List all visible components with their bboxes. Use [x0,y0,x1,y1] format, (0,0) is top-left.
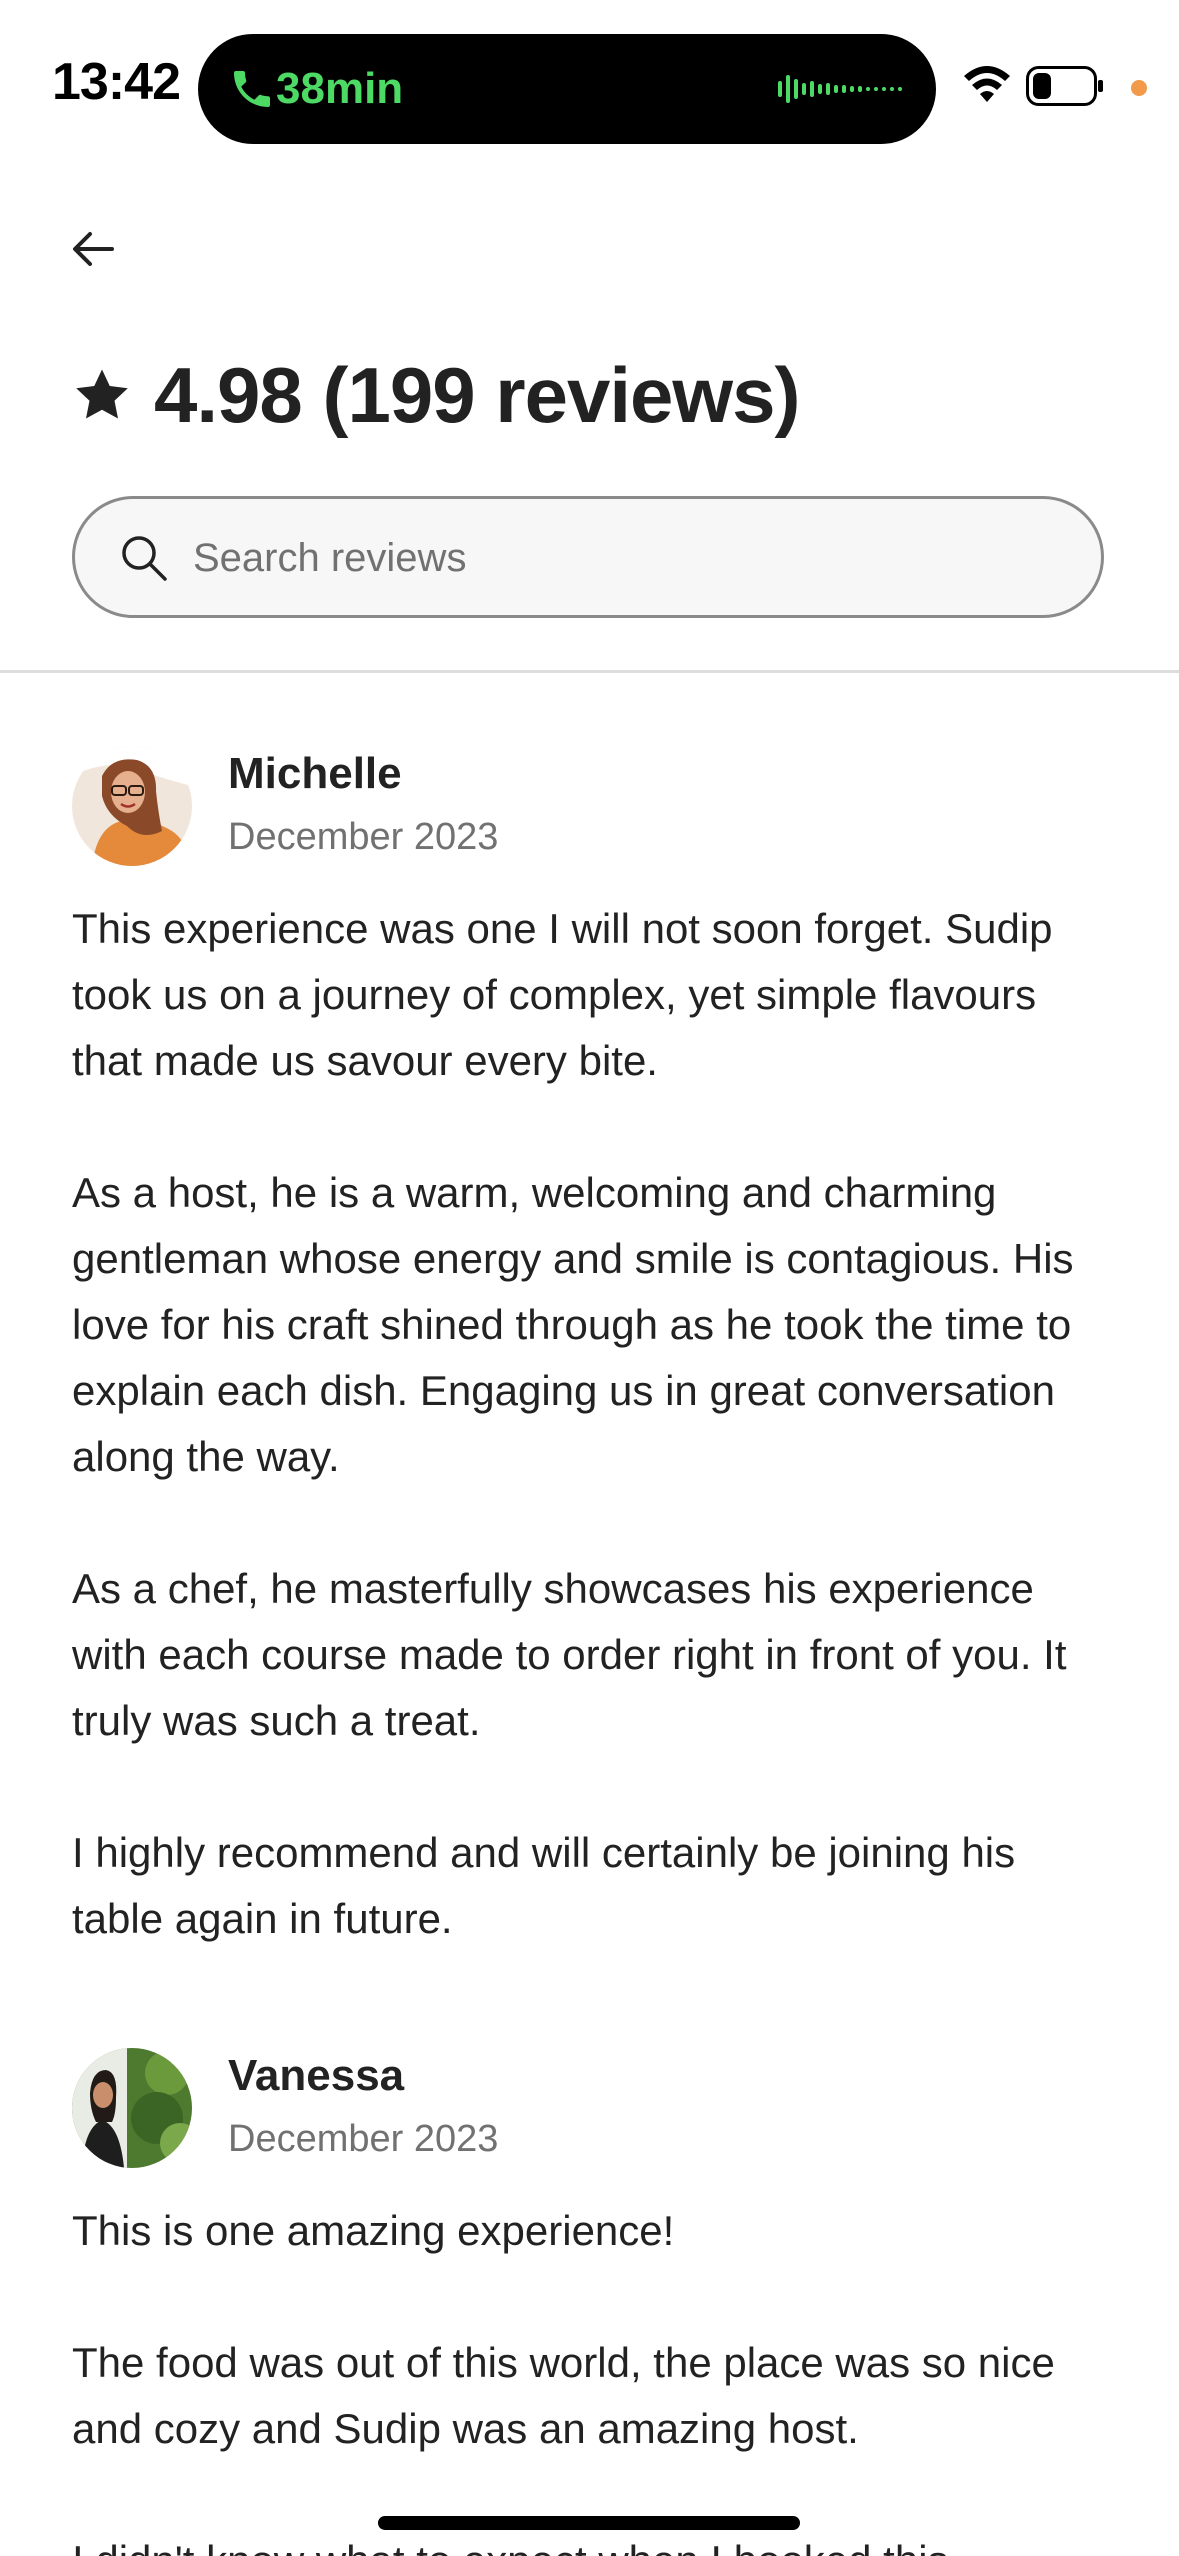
status-bar: 13:42 38min [0,0,1179,160]
reviews-page: 13:42 38min 4.98 (199 reviews) Search re… [0,0,1179,2556]
review-item: Vanessa December 2023 This is one amazin… [72,2048,1112,2556]
wifi-icon [964,66,1010,102]
search-box[interactable] [72,496,1104,618]
search-input[interactable] [191,517,1075,599]
back-button[interactable] [66,222,120,276]
review-paragraph: As a chef, he masterfully showcases his … [72,1565,1067,1744]
review-header: Vanessa December 2023 [72,2048,1112,2168]
review-header: Michelle December 2023 [72,746,1112,866]
review-text: This is one amazing experience! The food… [72,2198,1112,2556]
review-paragraph: The food was out of this world, the plac… [72,2339,1055,2452]
review-item: Michelle December 2023 This experience w… [72,746,1112,1952]
waveform-icon [778,75,902,103]
review-paragraph: This experience was one I will not soon … [72,905,1053,1084]
review-paragraph: I didn't know what to expect when I book… [72,2528,1112,2556]
header-divider [0,670,1179,673]
review-text: This experience was one I will not soon … [72,896,1112,1952]
review-date: December 2023 [228,2118,499,2160]
status-time: 13:42 [52,53,181,111]
call-duration: 38min [276,64,404,113]
search-icon [122,536,167,581]
rating-summary: 4.98 (199 reviews) [72,350,800,440]
review-paragraph: I highly recommend and will certainly be… [72,1829,1016,1942]
star-icon [76,369,128,419]
dynamic-island-call[interactable]: 38min [198,34,936,144]
reviewer-name: Michelle [228,749,402,798]
reviews-list: Michelle December 2023 This experience w… [72,746,1112,2556]
rating-text: 4.98 (199 reviews) [154,350,800,439]
review-date: December 2023 [228,816,499,858]
battery-icon [1026,66,1103,106]
phone-icon [234,71,270,107]
reviewer-name: Vanessa [228,2051,405,2100]
privacy-dot-icon [1131,80,1147,96]
review-paragraph: As a host, he is a warm, welcoming and c… [72,1169,1074,1480]
avatar[interactable] [72,746,192,866]
home-indicator[interactable] [378,2516,800,2530]
avatar[interactable] [72,2048,192,2168]
review-paragraph: This is one amazing experience! [72,2207,675,2254]
